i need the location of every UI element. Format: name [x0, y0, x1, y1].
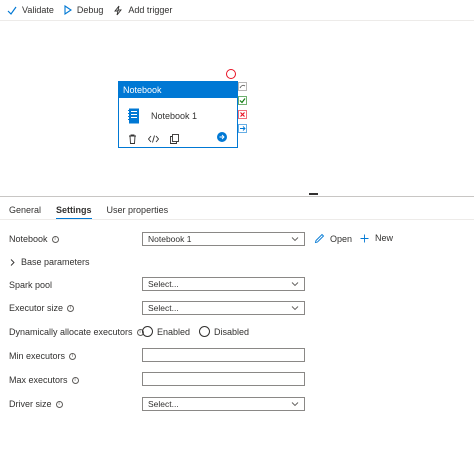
properties-tabs: General Settings User properties: [0, 201, 474, 221]
open-label: Open: [330, 233, 353, 244]
base-parameters-label: Base parameters: [21, 257, 90, 267]
skip-output-icon[interactable]: [238, 82, 247, 91]
new-label: New: [375, 233, 394, 243]
activity-actions: [119, 126, 237, 148]
add-trigger-button[interactable]: Add trigger: [113, 5, 172, 16]
executor-size-select-value: Select...: [148, 303, 179, 313]
panel-divider: [0, 196, 474, 197]
notebook-activity-card[interactable]: Notebook Notebook 1: [118, 81, 238, 148]
spark-pool-field-label: Spark pool: [9, 280, 52, 290]
min-executors-field-label: Min executors i: [9, 351, 77, 361]
spark-pool-select[interactable]: Select...: [142, 277, 305, 291]
copy-icon[interactable]: [170, 134, 179, 144]
add-trigger-label: Add trigger: [128, 5, 173, 15]
radio-circle: [199, 326, 211, 337]
info-icon: i: [55, 400, 63, 408]
driver-size-field-label: Driver size i: [9, 399, 63, 409]
activity-output-handles: [238, 82, 247, 138]
chevron-right-icon: [10, 258, 15, 266]
spark-pool-select-value: Select...: [148, 279, 179, 289]
driver-size-label-text: Driver size: [9, 399, 52, 409]
executor-size-label-text: Executor size: [9, 303, 64, 313]
chevron-down-icon: [291, 402, 299, 407]
chevron-down-icon: [291, 306, 299, 311]
checkmark-icon: [7, 6, 17, 15]
success-output-icon[interactable]: [238, 96, 247, 105]
validate-label: Validate: [22, 5, 54, 15]
max-executors-field-label: Max executors i: [9, 375, 79, 385]
trash-icon[interactable]: [128, 134, 137, 144]
executor-size-select[interactable]: Select...: [142, 301, 305, 315]
notebook-select-value: Notebook 1: [148, 234, 192, 244]
notebook-label-text: Notebook: [9, 234, 48, 244]
dyn-alloc-label-text: Dynamically allocate executors: [9, 327, 133, 337]
activity-name: Notebook 1: [151, 111, 198, 121]
open-notebook-button[interactable]: Open: [314, 233, 352, 244]
dyn-alloc-radio-group: Enabled Disabled: [142, 326, 258, 337]
activity-body: Notebook 1: [119, 98, 237, 126]
tab-user-properties-label: User properties: [106, 205, 169, 215]
spark-pool-label-text: Spark pool: [9, 280, 53, 290]
max-executors-input[interactable]: [142, 372, 305, 386]
info-icon: i: [51, 235, 59, 243]
disabled-radio-label: Disabled: [214, 326, 250, 337]
tab-settings[interactable]: Settings: [56, 201, 92, 220]
code-icon[interactable]: [148, 135, 159, 143]
chevron-down-icon: [291, 237, 299, 242]
arrow-right-icon[interactable]: [217, 132, 227, 142]
radio-circle: [142, 326, 153, 337]
info-icon: i: [71, 376, 79, 384]
completion-output-icon[interactable]: [238, 124, 247, 133]
disabled-radio[interactable]: Disabled: [199, 326, 249, 337]
max-executors-label-text: Max executors: [9, 375, 68, 385]
pencil-icon: [314, 233, 325, 244]
delete-activity-icon[interactable]: [226, 69, 236, 79]
failure-output-icon[interactable]: [238, 110, 247, 119]
dyn-alloc-field-label: Dynamically allocate executors i: [9, 327, 144, 337]
info-icon: i: [69, 352, 77, 360]
pipeline-canvas[interactable]: Notebook Notebook 1: [0, 21, 474, 194]
validate-button[interactable]: Validate: [7, 5, 54, 15]
new-notebook-button[interactable]: New: [360, 233, 393, 243]
plus-icon: [360, 234, 369, 242]
enabled-radio[interactable]: Enabled: [142, 326, 190, 337]
debug-button[interactable]: Debug: [64, 5, 104, 15]
min-executors-label-text: Min executors: [9, 351, 66, 361]
driver-size-select-value: Select...: [148, 399, 179, 409]
lightning-icon: [114, 5, 123, 15]
min-executors-input[interactable]: [142, 348, 305, 362]
play-icon: [64, 5, 72, 15]
debug-label: Debug: [76, 5, 104, 15]
pipeline-toolbar: Validate Debug Add trigger: [0, 0, 474, 20]
executor-size-field-label: Executor size i: [9, 303, 75, 313]
driver-size-select[interactable]: Select...: [142, 397, 305, 411]
activity-type-header: Notebook: [119, 82, 237, 98]
chevron-down-icon: [291, 282, 299, 287]
info-icon: i: [67, 304, 75, 312]
tabs-divider: [0, 219, 474, 220]
activity-type-label: Notebook: [123, 85, 162, 95]
tab-user-properties[interactable]: User properties: [107, 201, 169, 219]
panel-resize-handle[interactable]: [309, 193, 318, 195]
base-parameters-expander[interactable]: Base parameters: [10, 257, 90, 267]
notebook-icon: [128, 108, 139, 124]
tab-general[interactable]: General: [9, 201, 41, 219]
tab-settings-label: Settings: [56, 205, 92, 215]
notebook-select[interactable]: Notebook 1: [142, 232, 305, 246]
enabled-radio-label: Enabled: [157, 326, 191, 337]
notebook-field-label: Notebook i: [9, 234, 59, 244]
tab-general-label: General: [9, 205, 42, 215]
